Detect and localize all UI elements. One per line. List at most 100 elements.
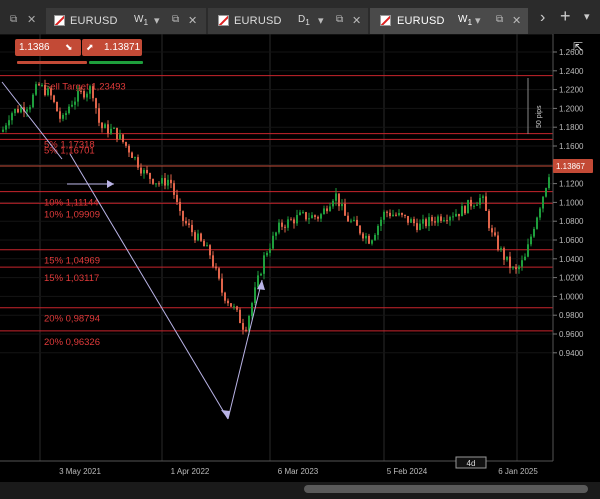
candle-body xyxy=(428,217,430,227)
tab-eurusd-w1-active[interactable]: EURUSD W1 ▾ ⧉ ✕ xyxy=(370,8,528,34)
candle-body xyxy=(509,256,511,268)
candle-body xyxy=(17,108,19,113)
candle-body xyxy=(233,306,235,308)
candle-body xyxy=(122,134,124,142)
candle-body xyxy=(149,173,151,179)
candle-body xyxy=(239,309,241,324)
candle-body xyxy=(452,216,454,218)
candle-body xyxy=(152,178,154,184)
candle-body xyxy=(116,127,118,140)
candle-body xyxy=(185,220,187,224)
candle-body xyxy=(224,292,226,301)
candle-body xyxy=(209,245,211,256)
candle-body xyxy=(287,219,289,228)
detach-icon[interactable]: ⧉ xyxy=(336,14,343,25)
candle-body xyxy=(137,157,139,168)
tab-menu-icon[interactable]: ▾ xyxy=(475,14,481,27)
price-tick-label: 1.0000 xyxy=(559,292,584,301)
candle-body xyxy=(479,197,481,205)
candle-body xyxy=(392,214,394,217)
ask-price-button[interactable]: ⬈ 1.13871 xyxy=(82,39,142,56)
scrollbar-thumb[interactable] xyxy=(304,485,588,493)
candle-body xyxy=(338,193,340,207)
tab-menu-icon[interactable]: ▾ xyxy=(318,14,324,27)
tab-eurusd-d1[interactable]: EURUSD D1 ▾ ⧉ ✕ xyxy=(208,8,368,34)
candle-body xyxy=(203,240,205,247)
ask-price: 1.13871 xyxy=(104,42,141,53)
detach-icon[interactable]: ⧉ xyxy=(10,14,17,25)
candle-body xyxy=(59,111,61,119)
candle-body xyxy=(533,228,535,237)
time-tick-label: 1 Apr 2022 xyxy=(171,467,210,476)
candle-body xyxy=(41,84,43,86)
candle-body xyxy=(197,233,199,241)
candle-body xyxy=(380,219,382,226)
candle-body xyxy=(458,213,460,217)
tab-bar: ⧉ ✕ EURUSD W1 ▾ ⧉ ✕ EURUSD D1 ▾ ⧉ ✕ EURU… xyxy=(0,0,600,35)
candle-body xyxy=(113,127,115,129)
candle-body xyxy=(242,323,244,330)
candle-body xyxy=(359,225,361,234)
candle-body xyxy=(119,134,121,140)
candle-body xyxy=(305,212,307,220)
scroll-tabs-right-icon[interactable]: › xyxy=(540,9,545,27)
candle-body xyxy=(29,107,31,110)
bid-price-button[interactable]: 1.1386 ⬊ xyxy=(15,39,81,56)
candle-body xyxy=(68,106,70,114)
candle-body xyxy=(215,266,217,269)
candle-body xyxy=(545,188,547,197)
trend-line-1 xyxy=(1,81,63,160)
candle-body xyxy=(422,219,424,224)
candle-body xyxy=(437,216,439,223)
time-axis[interactable]: 3 May 2021 1 Apr 2022 6 Mar 2023 5 Feb 2024… xyxy=(0,456,553,476)
candle-body xyxy=(5,125,7,130)
tab-symbol: EURUSD xyxy=(397,15,445,27)
close-icon[interactable]: ✕ xyxy=(188,14,197,27)
candle-body xyxy=(299,212,301,216)
candle-body xyxy=(134,157,136,159)
time-tick-label: 3 May 2021 xyxy=(59,467,101,476)
candle-body xyxy=(182,210,184,221)
price-chart[interactable]: Sell Target 1,234935% 1,173185% 1,167011… xyxy=(0,34,600,482)
candle-body xyxy=(329,206,331,212)
candle-body xyxy=(311,215,313,219)
candle-body xyxy=(302,212,304,214)
detach-icon[interactable]: ⧉ xyxy=(496,14,503,25)
candle-body xyxy=(32,94,34,108)
candle-body xyxy=(221,278,223,293)
expand-icon[interactable]: ⇱ xyxy=(573,40,583,54)
close-icon[interactable]: ✕ xyxy=(27,13,36,26)
tabs-menu-icon[interactable]: ▾ xyxy=(584,10,590,23)
candle-body xyxy=(95,98,97,109)
tab-menu-icon[interactable]: ▾ xyxy=(154,14,160,27)
close-icon[interactable]: ✕ xyxy=(512,14,521,27)
candle-body xyxy=(173,183,175,195)
time-tick-label: 6 Jan 2025 xyxy=(498,467,538,476)
candle-body xyxy=(398,213,400,216)
candle-body xyxy=(296,215,298,224)
candle-body xyxy=(542,196,544,209)
add-tab-button[interactable]: + xyxy=(560,6,571,27)
level-label: 20% 0,98794 xyxy=(44,314,100,325)
candle-body xyxy=(365,235,367,239)
candle-body xyxy=(218,268,220,279)
trend-drawings[interactable] xyxy=(1,81,265,420)
candle-body xyxy=(362,233,364,239)
detach-icon[interactable]: ⧉ xyxy=(172,14,179,25)
candle-body xyxy=(470,199,472,207)
trend-line-2 xyxy=(69,153,229,420)
close-icon[interactable]: ✕ xyxy=(352,14,361,27)
sell-volume-bar xyxy=(17,61,87,64)
candle-body xyxy=(383,211,385,220)
candle-body xyxy=(314,215,316,217)
tab-eurusd-w1-a[interactable]: EURUSD W1 ▾ ⧉ ✕ xyxy=(46,8,206,34)
candle-body xyxy=(74,101,76,105)
candle-body xyxy=(353,219,355,221)
price-axis[interactable]: 1.26001.24001.22001.20001.18001.16001.14… xyxy=(527,34,600,482)
price-tick-label: 1.0600 xyxy=(559,236,584,245)
candle-body xyxy=(272,235,274,249)
chart-grid xyxy=(0,34,553,461)
level-label: 20% 0,96326 xyxy=(44,337,100,348)
candle-body xyxy=(44,84,46,96)
candle-body xyxy=(293,219,295,224)
